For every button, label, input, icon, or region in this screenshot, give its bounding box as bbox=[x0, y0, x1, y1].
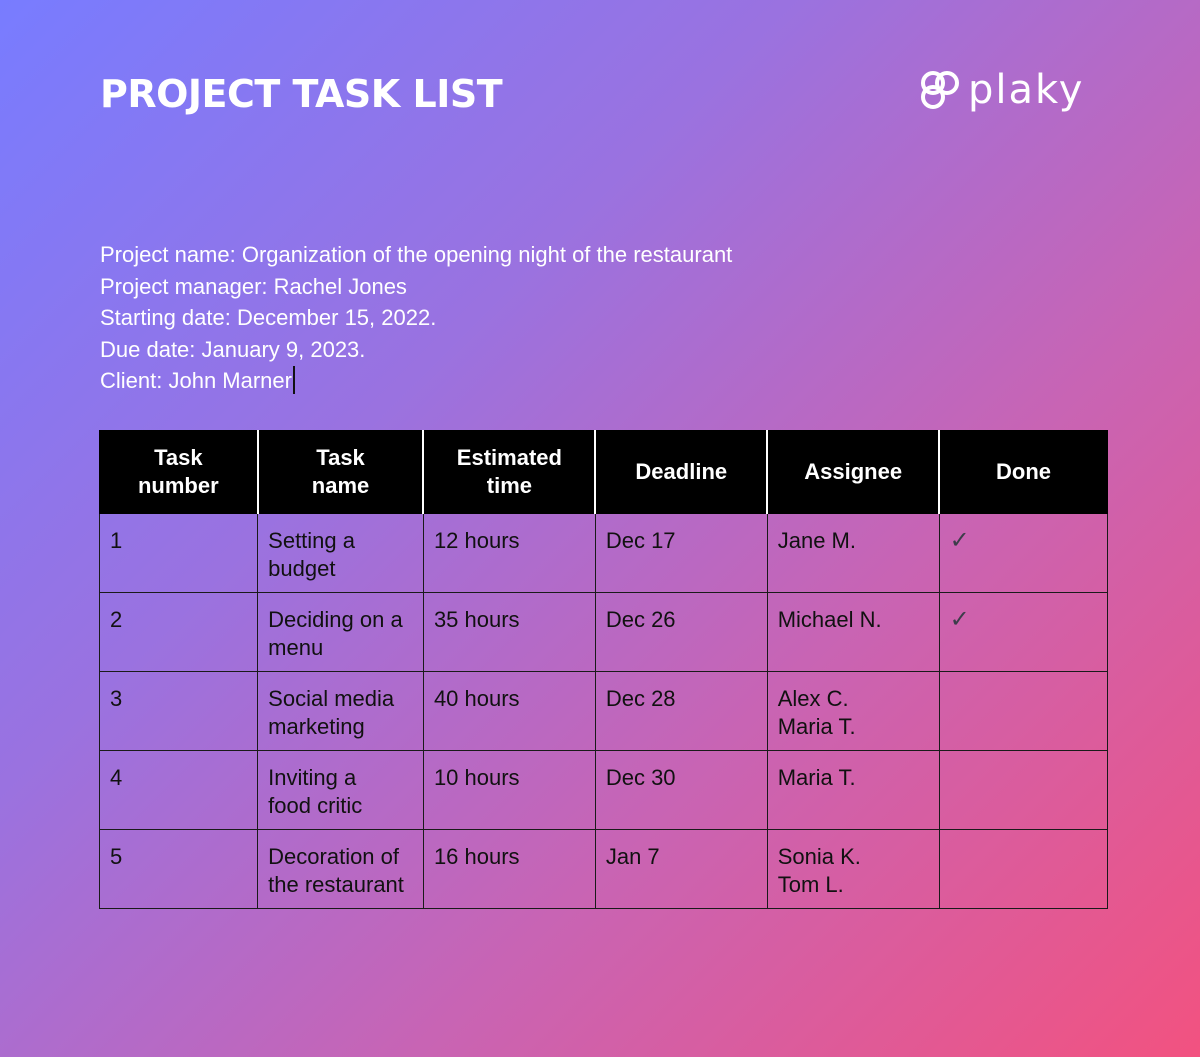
project-info: Project name: Organization of the openin… bbox=[100, 239, 732, 397]
task-name-text: Decoration of the restaurant bbox=[268, 844, 404, 897]
task-name-cell: Inviting a food critic bbox=[257, 750, 424, 830]
header-label: Estimated time bbox=[456, 445, 562, 498]
header-estimated-time: Estimated time bbox=[422, 430, 596, 514]
estimated-time-text: 35 hours bbox=[433, 607, 520, 632]
task-number-cell: 3 bbox=[98, 671, 259, 751]
assignee-text: Alex C. Maria T. bbox=[777, 686, 856, 739]
assignee-cell: Jane M. bbox=[766, 513, 940, 593]
task-name-text: Setting a budget bbox=[268, 528, 355, 581]
assignee-cell: Sonia K. Tom L. bbox=[766, 829, 940, 909]
estimated-time-text: 10 hours bbox=[433, 765, 520, 790]
deadline-text: Jan 7 bbox=[605, 844, 660, 869]
header-label: Task name bbox=[311, 445, 370, 498]
estimated-time-text: 40 hours bbox=[433, 686, 520, 711]
task-name-text: Inviting a food critic bbox=[268, 765, 363, 818]
task-table: Task number Task name Estimated time Deadli… bbox=[98, 430, 1109, 909]
deadline-text: Dec 30 bbox=[605, 765, 676, 790]
estimated-time-cell: 40 hours bbox=[422, 671, 596, 751]
deadline-cell: Dec 30 bbox=[594, 750, 768, 830]
assignee-text: Michael N. bbox=[777, 607, 882, 632]
client-line[interactable]: Client: John Marner bbox=[100, 365, 732, 397]
estimated-time-cell: 16 hours bbox=[422, 829, 596, 909]
estimated-time-cell: 35 hours bbox=[422, 592, 596, 672]
deadline-text: Dec 28 bbox=[605, 686, 676, 711]
task-number-text: 2 bbox=[110, 607, 123, 632]
task-number-cell: 1 bbox=[98, 513, 259, 593]
deadline-cell: Dec 26 bbox=[594, 592, 768, 672]
task-number-text: 3 bbox=[110, 686, 123, 711]
assignee-text: Jane M. bbox=[777, 528, 856, 553]
task-name-cell: Deciding on a menu bbox=[257, 592, 424, 672]
task-name-cell: Social media marketing bbox=[257, 671, 424, 751]
task-name-cell: Setting a budget bbox=[257, 513, 424, 593]
task-number-cell: 5 bbox=[98, 829, 259, 909]
deadline-text: Dec 26 bbox=[605, 607, 676, 632]
due-date: Due date: January 9, 2023. bbox=[100, 336, 366, 362]
estimated-time-cell: 10 hours bbox=[422, 750, 596, 830]
table-row: 1 Setting a budget 12 hours Dec 17 Jane M. ✓ bbox=[98, 513, 1109, 593]
task-name-cell: Decoration of the restaurant bbox=[257, 829, 424, 909]
project-manager: Project manager: Rachel Jones bbox=[100, 273, 407, 299]
estimated-time-text: 12 hours bbox=[433, 528, 520, 553]
table-body: 1 Setting a budget 12 hours Dec 17 Jane M. ✓ 2 D… bbox=[98, 513, 1109, 909]
task-name-text: Deciding on a menu bbox=[268, 607, 403, 660]
text-cursor bbox=[292, 366, 295, 394]
checkmark-icon: ✓ bbox=[949, 606, 970, 633]
deadline-cell: Jan 7 bbox=[594, 829, 768, 909]
deadline-cell: Dec 28 bbox=[594, 671, 768, 751]
done-cell[interactable] bbox=[938, 671, 1109, 751]
assignee-cell: Alex C. Maria T. bbox=[766, 671, 940, 751]
assignee-text: Maria T. bbox=[777, 765, 856, 790]
starting-date: Starting date: December 15, 2022. bbox=[100, 305, 437, 330]
table-header-row: Task number Task name Estimated time Deadli… bbox=[98, 430, 1109, 514]
table-row: 5 Decoration of the restaurant 16 hours Jan … bbox=[98, 829, 1109, 909]
table-row: 2 Deciding on a menu 35 hours Dec 26 Michael … bbox=[98, 592, 1109, 672]
task-number-text: 1 bbox=[110, 528, 123, 553]
project-name: Project name: Organization of the openin… bbox=[100, 242, 733, 267]
assignee-cell: Maria T. bbox=[766, 750, 940, 830]
header-deadline: Deadline bbox=[594, 430, 768, 514]
task-number-text: 4 bbox=[110, 765, 123, 790]
plaky-logo-text: plaky bbox=[968, 66, 1085, 113]
done-cell[interactable]: ✓ bbox=[938, 513, 1109, 593]
client: Client: John Marner bbox=[100, 368, 292, 393]
table-row: 3 Social media marketing 40 hours Dec 28 Alex… bbox=[98, 671, 1109, 751]
plaky-logo: plaky bbox=[920, 70, 1084, 115]
task-number-cell: 2 bbox=[98, 592, 259, 672]
estimated-time-text: 16 hours bbox=[433, 844, 520, 869]
assignee-cell: Michael N. bbox=[766, 592, 940, 672]
header-assignee: Assignee bbox=[766, 430, 940, 514]
estimated-time-cell: 12 hours bbox=[422, 513, 596, 593]
table-row: 4 Inviting a food critic 10 hours Dec 30 Mari… bbox=[98, 750, 1109, 830]
task-number-text: 5 bbox=[110, 844, 123, 869]
task-number-cell: 4 bbox=[98, 750, 259, 830]
checkmark-icon: ✓ bbox=[949, 527, 970, 554]
plaky-logo-icon bbox=[920, 70, 960, 115]
header-task-number: Task number bbox=[98, 430, 259, 514]
deadline-cell: Dec 17 bbox=[594, 513, 768, 593]
deadline-text: Dec 17 bbox=[605, 528, 676, 553]
header-done: Done bbox=[938, 430, 1109, 514]
done-cell[interactable]: ✓ bbox=[938, 592, 1109, 672]
header-label: Task number bbox=[137, 445, 219, 498]
assignee-text: Sonia K. Tom L. bbox=[777, 844, 861, 897]
task-name-text: Social media marketing bbox=[268, 686, 395, 739]
done-cell[interactable] bbox=[938, 829, 1109, 909]
page-title: PROJECT TASK LIST bbox=[100, 72, 503, 116]
done-cell[interactable] bbox=[938, 750, 1109, 830]
header-task-name: Task name bbox=[256, 430, 424, 514]
